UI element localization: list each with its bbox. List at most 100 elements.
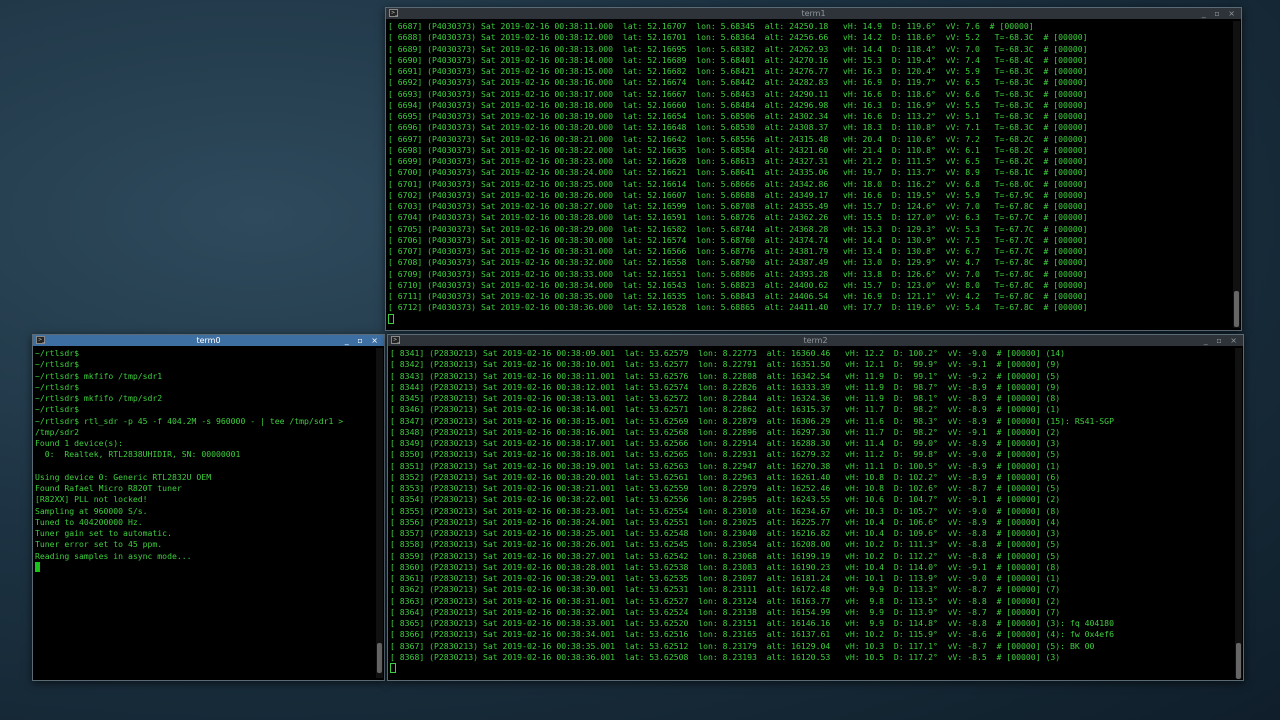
terminal-line: [ 6695] (P4030373) Sat 2019-02-16 00:38:… [388,111,1088,121]
terminal-line: [ 6696] (P4030373) Sat 2019-02-16 00:38:… [388,122,1088,133]
terminal-line: Tuner error set to 45 ppm. [35,539,163,550]
terminal-line: [ 6707] (P4030373) Sat 2019-02-16 00:38:… [388,246,1088,256]
term2-titlebar[interactable]: >_ term2 _ ▫ × [388,335,1243,346]
terminal-line: [ 8346] (P2830213) Sat 2019-02-16 00:38:… [390,404,1061,415]
terminal-line: [ 8353] (P2830213) Sat 2019-02-16 00:38:… [390,483,1061,493]
terminal-line: [ 6694] (P4030373) Sat 2019-02-16 00:38:… [388,99,1088,110]
terminal-line: [ 8355] (P2830213) Sat 2019-02-16 00:38:… [390,505,1061,516]
term2-title: term2 [803,336,828,345]
terminal-line: ~/rtlsdr$ mkfifo /tmp/sdr1 [35,370,163,381]
terminal-line: [ 6692] (P4030373) Sat 2019-02-16 00:38:… [388,77,1088,88]
terminal-line: [ 6703] (P4030373) Sat 2019-02-16 00:38:… [388,201,1088,211]
text-cursor [390,663,396,673]
terminal-line: [ 8351] (P2830213) Sat 2019-02-16 00:38:… [390,460,1061,471]
terminal-line: [ 6687] (P4030373) Sat 2019-02-16 00:38:… [388,21,1034,31]
term1-title: term1 [801,9,826,18]
terminal-line: [ 6708] (P4030373) Sat 2019-02-16 00:38:… [388,257,1088,268]
term0-titlebar[interactable]: >_ term0 _ ▫ × [33,335,384,346]
terminal-line: Tuned to 404200000 Hz. [35,516,143,527]
terminal-line: [ 6693] (P4030373) Sat 2019-02-16 00:38:… [388,88,1088,99]
terminal-line: Found Rafael Micro R820T tuner [35,483,182,493]
terminal-line: [ 6698] (P4030373) Sat 2019-02-16 00:38:… [388,144,1088,155]
terminal-line: [ 8367] (P2830213) Sat 2019-02-16 00:38:… [390,640,1095,651]
window-controls[interactable]: _ ▫ × [1202,8,1238,19]
window-controls[interactable]: _ ▫ × [345,335,381,346]
terminal-line: [ 6706] (P4030373) Sat 2019-02-16 00:38:… [388,234,1088,245]
term1-window[interactable]: >_ term1 _ ▫ × [ 6687] (P4030373) Sat 20… [385,7,1242,331]
terminal-line: [ 8348] (P2830213) Sat 2019-02-16 00:38:… [390,426,1061,437]
cursor-line [35,561,374,573]
terminal-line: [ 6697] (P4030373) Sat 2019-02-16 00:38:… [388,133,1088,144]
terminal-line: [ 6700] (P4030373) Sat 2019-02-16 00:38:… [388,167,1088,178]
term2-scrollbar[interactable] [1235,348,1242,679]
terminal-line: [ 6705] (P4030373) Sat 2019-02-16 00:38:… [388,223,1088,234]
term1-titlebar[interactable]: >_ term1 _ ▫ × [386,8,1241,19]
terminal-line: [ 8349] (P2830213) Sat 2019-02-16 00:38:… [390,438,1061,448]
terminal-line: [ 8341] (P2830213) Sat 2019-02-16 00:38:… [390,348,1066,358]
terminal-line: [ 8358] (P2830213) Sat 2019-02-16 00:38:… [390,539,1061,550]
terminal-line: [ 8362] (P2830213) Sat 2019-02-16 00:38:… [390,584,1061,595]
terminal-line: [ 8365] (P2830213) Sat 2019-02-16 00:38:… [390,618,1114,628]
terminal-line: Sampling at 960000 S/s. [35,505,148,516]
terminal-line: [ 8350] (P2830213) Sat 2019-02-16 00:38:… [390,449,1061,460]
terminal-line: ~/rtlsdr$ [35,404,80,415]
terminal-line: ~/rtlsdr$ [35,381,80,392]
terminal-line: 0: Realtek, RTL2838UHIDIR, SN: 00000001 [35,449,241,460]
terminal-line: [ 8360] (P2830213) Sat 2019-02-16 00:38:… [390,561,1061,572]
term2-window[interactable]: >_ term2 _ ▫ × [ 8341] (P2830213) Sat 20… [387,334,1244,681]
terminal-line: [ 6701] (P4030373) Sat 2019-02-16 00:38:… [388,178,1088,189]
term1-scroll-thumb[interactable] [1234,291,1239,327]
text-cursor [388,313,394,324]
terminal-line: /tmp/sdr2 [35,426,80,437]
terminal-line: [ 8345] (P2830213) Sat 2019-02-16 00:38:… [390,393,1061,403]
term1-scrollbar[interactable] [1233,21,1240,328]
terminal-line: [ 8366] (P2830213) Sat 2019-02-16 00:38:… [390,629,1114,640]
terminal-line: [ 8368] (P2830213) Sat 2019-02-16 00:38:… [390,651,1061,662]
term0-scroll-thumb[interactable] [377,643,382,673]
terminal-line: Using device 0: Generic RTL2832U OEM [35,471,212,482]
terminal-line: [ 6689] (P4030373) Sat 2019-02-16 00:38:… [388,43,1088,54]
terminal-line: [ 6702] (P4030373) Sat 2019-02-16 00:38:… [388,189,1088,200]
terminal-line: [ 6712] (P4030373) Sat 2019-02-16 00:38:… [388,302,1088,313]
text-cursor [35,561,40,572]
terminal-line: [ 6710] (P4030373) Sat 2019-02-16 00:38:… [388,279,1088,290]
cursor-line [390,663,1233,674]
terminal-line: [ 8352] (P2830213) Sat 2019-02-16 00:38:… [390,471,1061,482]
terminal-line: [ 6690] (P4030373) Sat 2019-02-16 00:38:… [388,54,1088,65]
term2-output[interactable]: [ 8341] (P2830213) Sat 2019-02-16 00:38:… [390,348,1233,678]
terminal-line: Tuner gain set to automatic. [35,528,172,538]
terminal-line: [ 8364] (P2830213) Sat 2019-02-16 00:38:… [390,606,1061,617]
terminal-line: ~/rtlsdr$ [35,359,80,370]
term0-scrollbar[interactable] [376,348,383,678]
terminal-line: Reading samples in async mode... [35,550,192,561]
terminal-line: [ 8347] (P2830213) Sat 2019-02-16 00:38:… [390,415,1114,426]
terminal-line: [ 8357] (P2830213) Sat 2019-02-16 00:38:… [390,528,1061,538]
window-controls[interactable]: _ ▫ × [1204,335,1240,346]
term1-output[interactable]: [ 6687] (P4030373) Sat 2019-02-16 00:38:… [388,21,1231,328]
terminal-line: [ 8356] (P2830213) Sat 2019-02-16 00:38:… [390,516,1061,527]
terminal-icon: >_ [36,336,45,344]
terminal-line: [ 8343] (P2830213) Sat 2019-02-16 00:38:… [390,370,1061,381]
terminal-line: [ 6711] (P4030373) Sat 2019-02-16 00:38:… [388,291,1088,301]
terminal-line: [ 8359] (P2830213) Sat 2019-02-16 00:38:… [390,550,1061,561]
terminal-line: Found 1 device(s): [35,438,124,448]
term0-window[interactable]: >_ term0 _ ▫ × ~/rtlsdr$ ~/rtlsdr$ ~/rtlsd… [32,334,385,681]
terminal-line: [ 8344] (P2830213) Sat 2019-02-16 00:38:… [390,381,1061,392]
terminal-line: [ 6699] (P4030373) Sat 2019-02-16 00:38:… [388,156,1088,166]
terminal-line: [ 8363] (P2830213) Sat 2019-02-16 00:38:… [390,595,1061,606]
terminal-line: [ 6691] (P4030373) Sat 2019-02-16 00:38:… [388,66,1088,76]
terminal-icon: >_ [391,336,400,344]
terminal-line: [R82XX] PLL not locked! [35,494,148,505]
term0-title: term0 [196,336,221,345]
term2-scroll-thumb[interactable] [1236,643,1241,679]
terminal-line: [ 8361] (P2830213) Sat 2019-02-16 00:38:… [390,573,1061,583]
terminal-icon: >_ [389,9,398,17]
cursor-line [388,313,1231,325]
terminal-line: ~/rtlsdr$ [35,348,80,358]
terminal-line: [ 6688] (P4030373) Sat 2019-02-16 00:38:… [388,32,1088,43]
terminal-line: [ 8342] (P2830213) Sat 2019-02-16 00:38:… [390,359,1061,370]
term0-output[interactable]: ~/rtlsdr$ ~/rtlsdr$ ~/rtlsdr$ mkfifo /tmp/… [35,348,374,678]
terminal-line: [ 8354] (P2830213) Sat 2019-02-16 00:38:… [390,494,1061,505]
terminal-line: ~/rtlsdr$ mkfifo /tmp/sdr2 [35,393,163,403]
